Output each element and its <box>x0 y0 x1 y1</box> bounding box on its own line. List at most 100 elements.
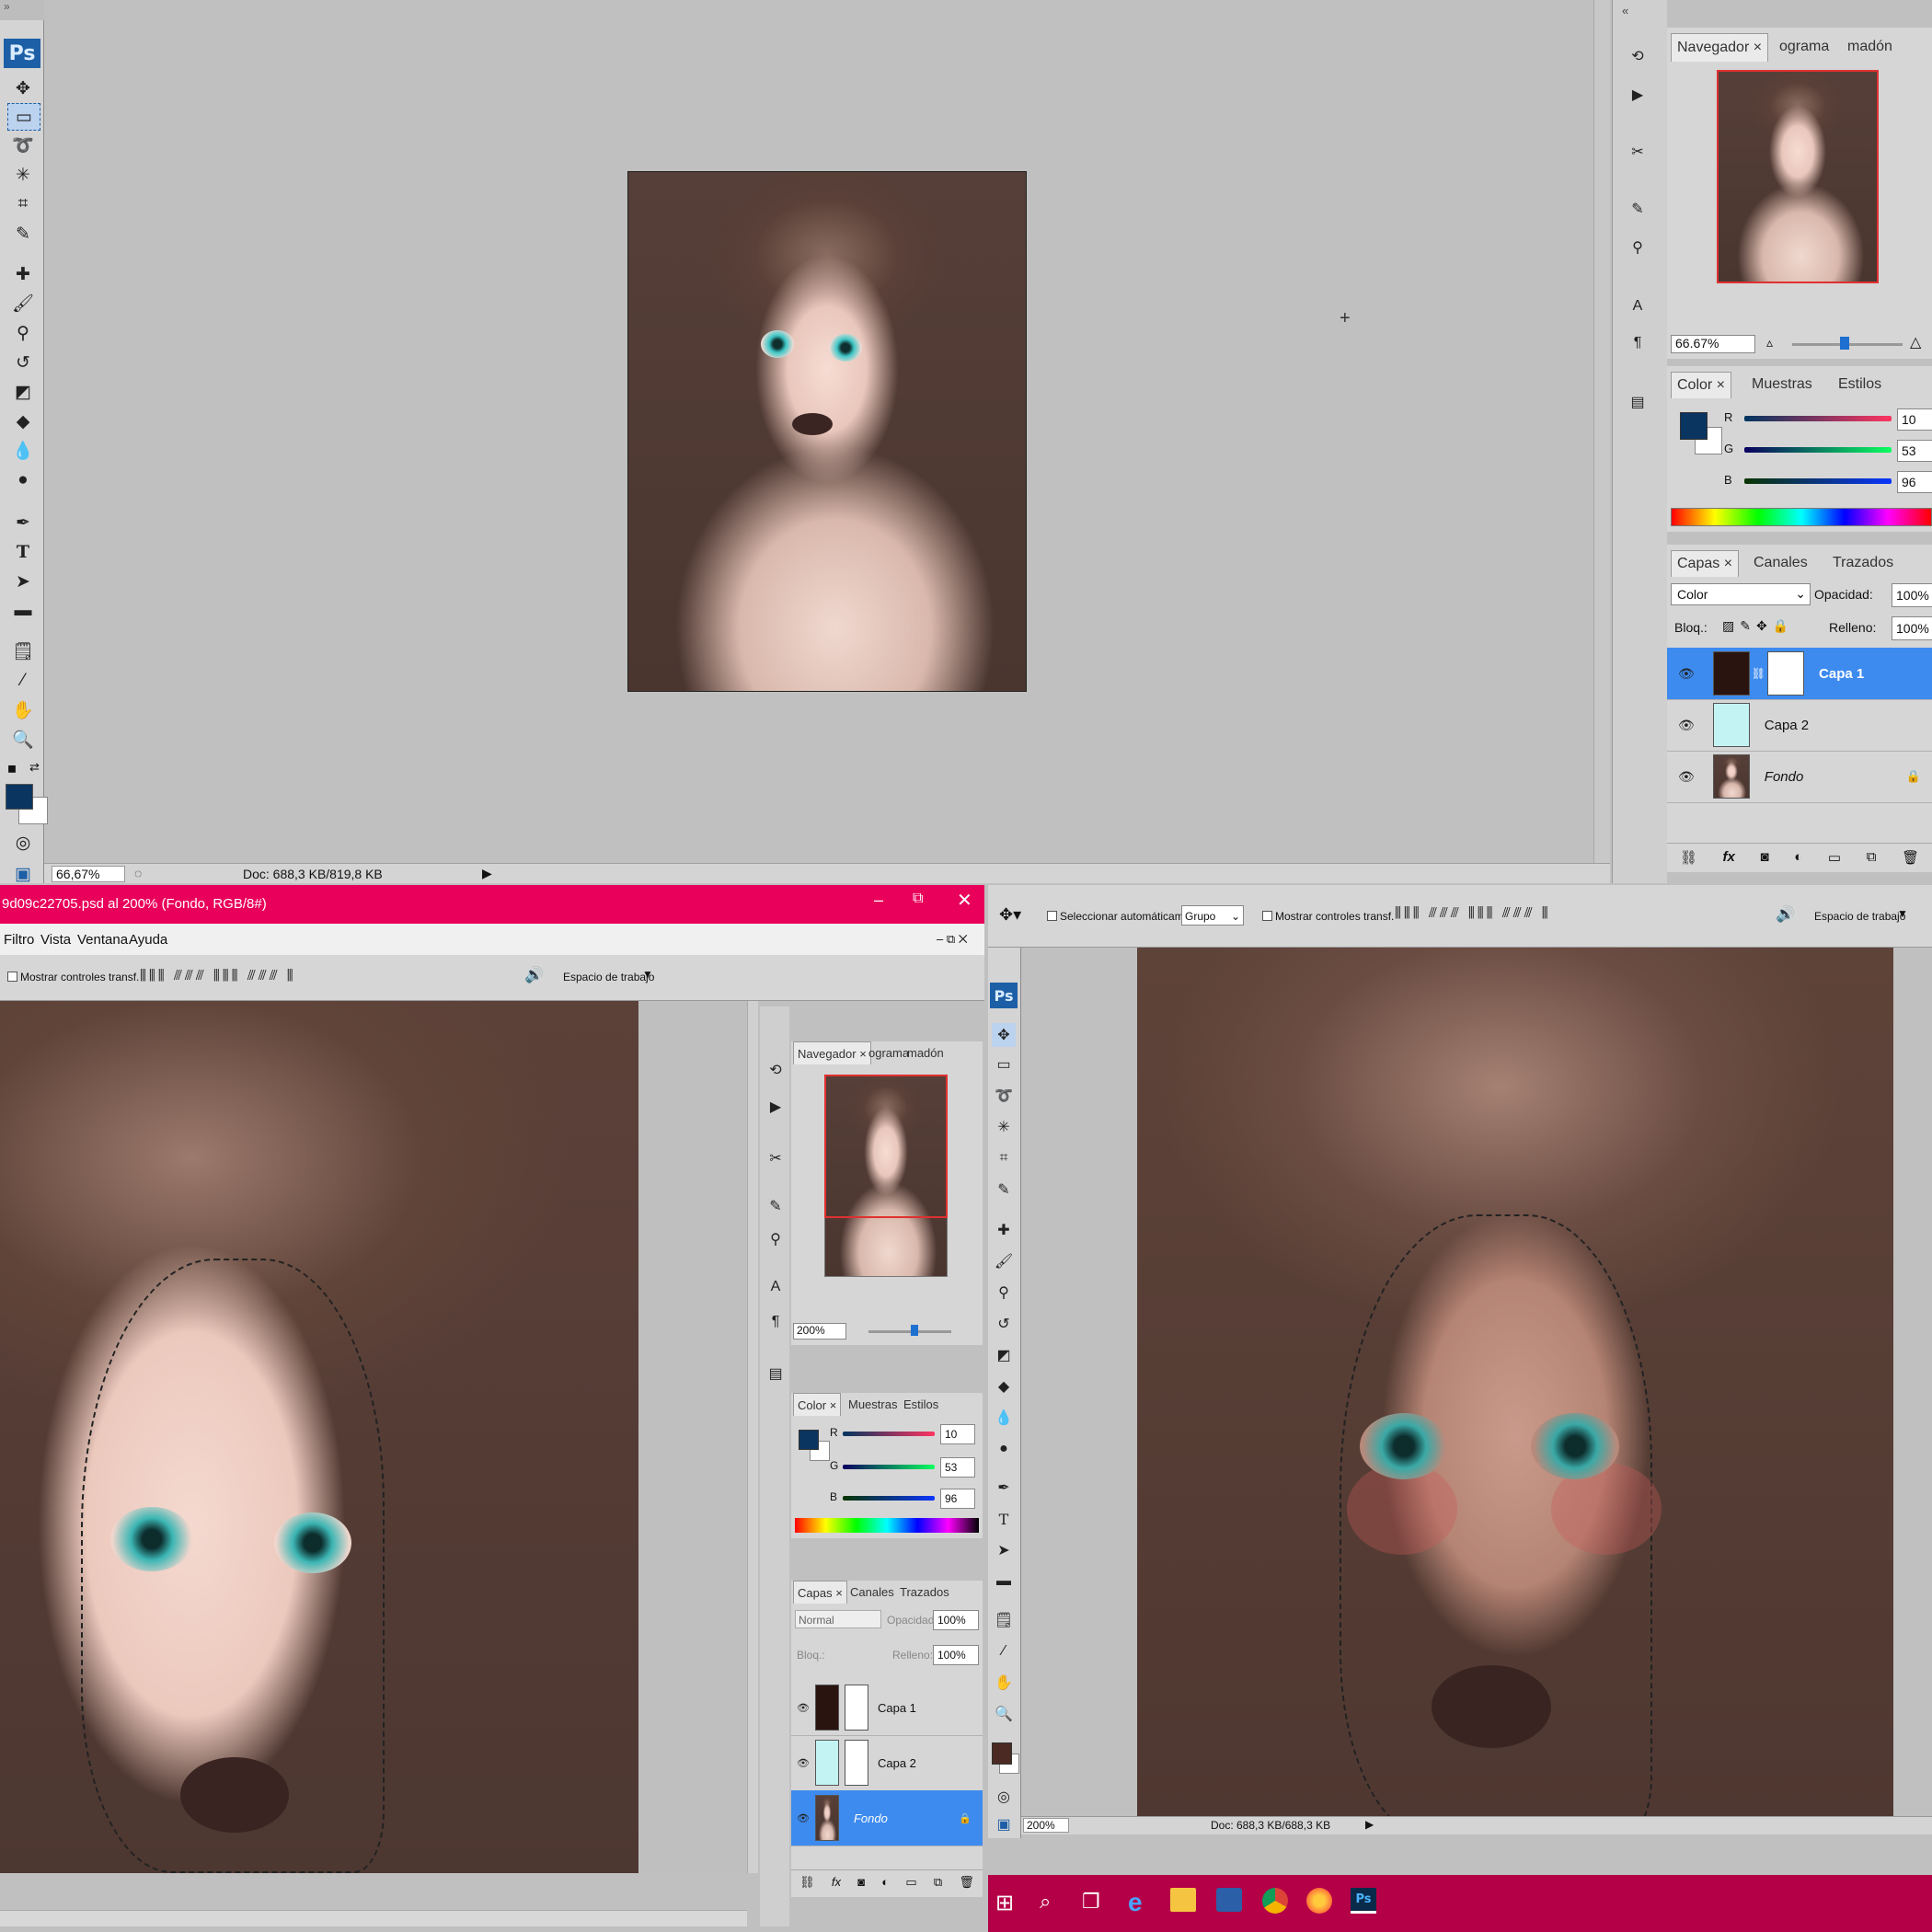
menu-ayuda[interactable]: Ayuda <box>129 924 167 955</box>
layer-row-capa-1[interactable]: 👁 ⛓ Capa 1 <box>1667 648 1932 700</box>
tab-animacion[interactable]: madón <box>903 1041 948 1064</box>
tab-navegador[interactable]: Navegador × <box>793 1041 871 1064</box>
toolbox-grip[interactable]: » <box>0 0 44 20</box>
tool-presets-icon[interactable]: ✂ <box>1626 140 1650 164</box>
marquee-tool-icon[interactable]: ▭ <box>7 103 40 131</box>
adjustment-icon[interactable]: ◐ <box>1794 849 1802 865</box>
chain-icon[interactable]: ⛓ <box>1752 667 1765 680</box>
history-panel-icon[interactable]: ⟲ <box>764 1058 788 1082</box>
navigator-zoom-input[interactable]: 66.67% <box>1671 335 1755 353</box>
blur-tool-icon[interactable]: 💧 <box>992 1406 1016 1430</box>
opacity-value[interactable]: 100% <box>1892 583 1932 607</box>
move-tool-icon[interactable]: ✥ <box>992 1023 1016 1047</box>
folder-icon[interactable]: ▭ <box>1828 849 1841 866</box>
swap-colors-icon[interactable]: ⇄ <box>29 760 44 774</box>
brush-tool-icon[interactable]: 🖌 <box>992 1249 1016 1273</box>
tab-histograma[interactable]: ograma <box>1774 33 1834 61</box>
crop-tool-icon[interactable]: ⌗ <box>992 1146 1016 1170</box>
status-arrow-icon[interactable]: ▶ <box>482 866 492 881</box>
tab-capas[interactable]: Capas × <box>1671 550 1740 577</box>
mask-icon[interactable]: ◙ <box>1760 849 1768 865</box>
close-icon[interactable]: × <box>1719 556 1732 572</box>
dodge-tool-icon[interactable]: ● <box>992 1437 1016 1461</box>
tab-color[interactable]: Color × <box>793 1393 842 1416</box>
lasso-tool-icon[interactable]: ➰ <box>992 1084 1016 1108</box>
zoom-tool-icon[interactable]: 🔍 <box>992 1702 1016 1726</box>
layer-mask-thumbnail[interactable] <box>1767 651 1805 696</box>
paint-bucket-icon[interactable]: ◆ <box>7 408 39 434</box>
photoshop-icon[interactable]: Ps <box>1351 1888 1376 1914</box>
link-icon[interactable]: ⛓ <box>799 1875 815 1890</box>
doc-window-controls[interactable]: – ⧉ ✕ <box>937 924 968 955</box>
mask-icon[interactable]: ◙ <box>857 1875 865 1889</box>
zoom-in-icon[interactable]: △ <box>1910 333 1921 351</box>
eyedropper-tool-icon[interactable]: ✎ <box>7 221 39 247</box>
trash-icon[interactable]: 🗑 <box>1902 849 1919 866</box>
shape-tool-icon[interactable]: ▬ <box>7 598 39 624</box>
show-transform-checkbox[interactable] <box>1262 911 1272 921</box>
layer-row-fondo[interactable]: 👁 Fondo 🔒 <box>791 1790 983 1846</box>
tab-canales[interactable]: Canales <box>1748 550 1813 576</box>
clone-source-icon[interactable]: ⚲ <box>1626 236 1650 259</box>
magic-wand-icon[interactable]: ✳ <box>992 1115 1016 1139</box>
navigator-thumbnail[interactable] <box>1717 70 1879 283</box>
path-selection-icon[interactable]: ➤ <box>7 569 39 594</box>
fill-value[interactable]: 100% <box>933 1645 979 1665</box>
fx-icon[interactable]: fx <box>832 1875 841 1889</box>
link-icon[interactable]: ⛓ <box>1680 849 1697 866</box>
g-slider[interactable] <box>1744 447 1892 453</box>
b-value[interactable]: 96 <box>940 1489 975 1509</box>
quick-mask-icon[interactable]: ◎ <box>7 830 39 856</box>
layer-mask-thumbnail[interactable] <box>844 1685 868 1731</box>
color-ramp[interactable] <box>1671 508 1932 526</box>
color-fg-swatch[interactable] <box>799 1430 819 1450</box>
visibility-eye-icon[interactable]: 👁 <box>797 1702 810 1714</box>
hand-tool-icon[interactable]: ✋ <box>7 697 39 723</box>
eraser-tool-icon[interactable]: ◩ <box>7 379 39 405</box>
brush-tool-icon[interactable]: 🖌 <box>7 291 39 316</box>
blend-mode-select[interactable]: Color ⌄ <box>1671 583 1811 605</box>
b-slider[interactable] <box>1744 478 1892 484</box>
paragraph-panel-icon[interactable]: ¶ <box>764 1310 788 1334</box>
navigator-zoom-slider[interactable] <box>868 1330 951 1333</box>
tab-estilos[interactable]: Estilos <box>900 1393 942 1415</box>
move-tool-icon[interactable]: ✥ <box>7 75 39 101</box>
r-slider[interactable] <box>843 1432 935 1436</box>
magic-wand-icon[interactable]: ✳ <box>7 162 39 188</box>
g-value[interactable]: 53 <box>1897 440 1932 462</box>
layer-comps-icon[interactable]: ▤ <box>1626 390 1650 414</box>
clone-source-icon[interactable]: ⚲ <box>764 1227 788 1251</box>
app-icon[interactable] <box>1216 1888 1242 1912</box>
group-select[interactable]: Grupo ⌄ <box>1181 905 1244 926</box>
task-view-icon[interactable]: ❐ <box>1082 1890 1100 1914</box>
align-icons[interactable]: ⫼⫼⫼ ⫻⫻⫻ ⫼⫼⫼ ⫻⫻⫻ ⫼ <box>140 968 296 983</box>
default-colors-icon[interactable]: ◼ <box>7 762 22 775</box>
chrome-icon[interactable] <box>1262 1888 1288 1914</box>
b-slider[interactable] <box>843 1496 935 1501</box>
navigator-zoom-thumb[interactable] <box>1840 337 1849 350</box>
zoom-tool-icon[interactable]: 🔍 <box>7 727 39 753</box>
tab-capas[interactable]: Capas × <box>793 1581 847 1604</box>
eyedropper-tool-icon[interactable]: ✎ <box>992 1178 1016 1202</box>
history-brush-icon[interactable]: ↺ <box>992 1312 1016 1336</box>
lasso-tool-icon[interactable]: ➰ <box>7 132 39 158</box>
crop-tool-icon[interactable]: ⌗ <box>7 191 39 217</box>
fx-icon[interactable]: fx <box>1723 849 1735 865</box>
workspace-icon[interactable]: 🔊 <box>1776 905 1795 924</box>
navigator-zoom-thumb[interactable] <box>911 1325 918 1336</box>
visibility-eye-icon[interactable]: 👁 <box>1678 718 1695 733</box>
close-icon[interactable]: × <box>833 1586 843 1600</box>
eraser-tool-icon[interactable]: ◩ <box>992 1343 1016 1367</box>
color-ramp[interactable] <box>795 1518 979 1533</box>
fill-value[interactable]: 100% <box>1892 616 1932 640</box>
notes-tool-icon[interactable]: 🗒 <box>7 638 39 664</box>
layer-row-fondo[interactable]: 👁 Fondo 🔒 <box>1667 751 1932 803</box>
r-value[interactable]: 10 <box>1897 408 1932 431</box>
r-slider[interactable] <box>1744 416 1892 421</box>
shape-tool-icon[interactable]: ▬ <box>992 1570 1016 1593</box>
edge-icon[interactable]: e <box>1128 1888 1143 1917</box>
layer-mask-thumbnail[interactable] <box>844 1740 868 1786</box>
g-slider[interactable] <box>843 1465 935 1469</box>
lock-icons[interactable]: ▨✎✥🔒 <box>1722 618 1794 634</box>
menu-ventana[interactable]: Ventana <box>77 924 128 955</box>
